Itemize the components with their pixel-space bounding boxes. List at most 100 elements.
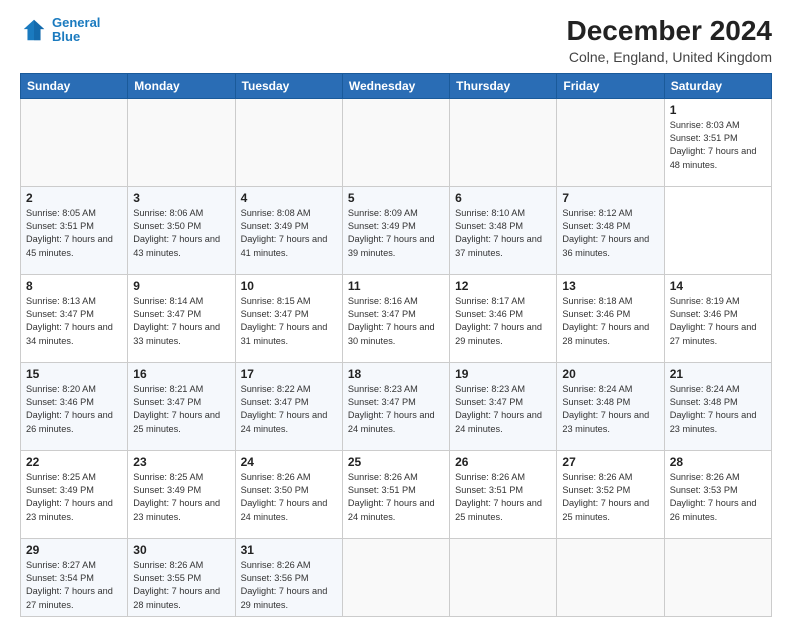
day-info: Sunrise: 8:18 AMSunset: 3:46 PMDaylight:… (562, 296, 649, 346)
day-info: Sunrise: 8:09 AMSunset: 3:49 PMDaylight:… (348, 208, 435, 258)
table-row: 12Sunrise: 8:17 AMSunset: 3:46 PMDayligh… (450, 274, 557, 362)
col-header-saturday: Saturday (664, 73, 771, 98)
day-info: Sunrise: 8:13 AMSunset: 3:47 PMDaylight:… (26, 296, 113, 346)
day-info: Sunrise: 8:20 AMSunset: 3:46 PMDaylight:… (26, 384, 113, 434)
table-row: 10Sunrise: 8:15 AMSunset: 3:47 PMDayligh… (235, 274, 342, 362)
col-header-tuesday: Tuesday (235, 73, 342, 98)
day-info: Sunrise: 8:03 AMSunset: 3:51 PMDaylight:… (670, 120, 757, 170)
day-info: Sunrise: 8:23 AMSunset: 3:47 PMDaylight:… (348, 384, 435, 434)
table-row: 23 Sunrise: 8:25 AMSunset: 3:49 PMDayligh… (128, 450, 235, 538)
day-info: Sunrise: 8:26 AMSunset: 3:51 PMDaylight:… (455, 472, 542, 522)
day-number: 27 (562, 455, 658, 469)
table-row: 17 Sunrise: 8:22 AMSunset: 3:47 PMDayligh… (235, 362, 342, 450)
table-row: 15 Sunrise: 8:20 AMSunset: 3:46 PMDayligh… (21, 362, 128, 450)
table-row: 21 Sunrise: 8:24 AMSunset: 3:48 PMDayligh… (664, 362, 771, 450)
day-number: 26 (455, 455, 551, 469)
table-row: 1 Sunrise: 8:03 AMSunset: 3:51 PMDaylight… (664, 98, 771, 186)
page: General Blue December 2024 Colne, Englan… (0, 0, 792, 612)
logo: General Blue (20, 16, 100, 45)
day-number: 19 (455, 367, 551, 381)
table-row: 18 Sunrise: 8:23 AMSunset: 3:47 PMDayligh… (342, 362, 449, 450)
day-info: Sunrise: 8:22 AMSunset: 3:47 PMDaylight:… (241, 384, 328, 434)
table-row: 29 Sunrise: 8:27 AMSunset: 3:54 PMDayligh… (21, 538, 128, 616)
calendar-table: SundayMondayTuesdayWednesdayThursdayFrid… (20, 73, 772, 617)
table-row: 8Sunrise: 8:13 AMSunset: 3:47 PMDaylight… (21, 274, 128, 362)
main-title: December 2024 (567, 16, 772, 47)
logo-text: General Blue (52, 16, 100, 45)
table-row: 7Sunrise: 8:12 AMSunset: 3:48 PMDaylight… (557, 186, 664, 274)
day-number: 29 (26, 543, 122, 557)
day-number: 3 (133, 191, 229, 205)
table-row (557, 98, 664, 186)
table-row: 20Sunrise: 8:24 AMSunset: 3:48 PMDayligh… (557, 362, 664, 450)
day-info: Sunrise: 8:25 AMSunset: 3:49 PMDaylight:… (133, 472, 220, 522)
table-row: 22Sunrise: 8:25 AMSunset: 3:49 PMDayligh… (21, 450, 128, 538)
day-number: 9 (133, 279, 229, 293)
day-number: 11 (348, 279, 444, 293)
table-row: 24 Sunrise: 8:26 AMSunset: 3:50 PMDayligh… (235, 450, 342, 538)
day-number: 23 (133, 455, 229, 469)
day-info: Sunrise: 8:10 AMSunset: 3:48 PMDaylight:… (455, 208, 542, 258)
table-row: 4 Sunrise: 8:08 AMSunset: 3:49 PMDaylight… (235, 186, 342, 274)
table-row (450, 98, 557, 186)
day-info: Sunrise: 8:23 AMSunset: 3:47 PMDaylight:… (455, 384, 542, 434)
day-info: Sunrise: 8:14 AMSunset: 3:47 PMDaylight:… (133, 296, 220, 346)
day-info: Sunrise: 8:08 AMSunset: 3:49 PMDaylight:… (241, 208, 328, 258)
table-row: 3 Sunrise: 8:06 AMSunset: 3:50 PMDaylight… (128, 186, 235, 274)
table-row: 27Sunrise: 8:26 AMSunset: 3:52 PMDayligh… (557, 450, 664, 538)
day-info: Sunrise: 8:19 AMSunset: 3:46 PMDaylight:… (670, 296, 757, 346)
day-info: Sunrise: 8:06 AMSunset: 3:50 PMDaylight:… (133, 208, 220, 258)
day-number: 16 (133, 367, 229, 381)
col-header-thursday: Thursday (450, 73, 557, 98)
table-row (235, 98, 342, 186)
table-row: 25 Sunrise: 8:26 AMSunset: 3:51 PMDayligh… (342, 450, 449, 538)
table-row: 2 Sunrise: 8:05 AMSunset: 3:51 PMDaylight… (21, 186, 128, 274)
col-header-wednesday: Wednesday (342, 73, 449, 98)
table-row: 16 Sunrise: 8:21 AMSunset: 3:47 PMDayligh… (128, 362, 235, 450)
table-row (128, 98, 235, 186)
day-number: 10 (241, 279, 337, 293)
day-info: Sunrise: 8:26 AMSunset: 3:53 PMDaylight:… (670, 472, 757, 522)
day-info: Sunrise: 8:26 AMSunset: 3:56 PMDaylight:… (241, 560, 328, 610)
day-number: 1 (670, 103, 766, 117)
day-number: 31 (241, 543, 337, 557)
day-info: Sunrise: 8:05 AMSunset: 3:51 PMDaylight:… (26, 208, 113, 258)
table-row: 31 Sunrise: 8:26 AMSunset: 3:56 PMDayligh… (235, 538, 342, 616)
day-number: 2 (26, 191, 122, 205)
table-row: 11Sunrise: 8:16 AMSunset: 3:47 PMDayligh… (342, 274, 449, 362)
day-number: 17 (241, 367, 337, 381)
table-row: 6 Sunrise: 8:10 AMSunset: 3:48 PMDaylight… (450, 186, 557, 274)
day-info: Sunrise: 8:17 AMSunset: 3:46 PMDaylight:… (455, 296, 542, 346)
table-row: 30 Sunrise: 8:26 AMSunset: 3:55 PMDayligh… (128, 538, 235, 616)
day-number: 5 (348, 191, 444, 205)
table-row (21, 98, 128, 186)
table-row: 28Sunrise: 8:26 AMSunset: 3:53 PMDayligh… (664, 450, 771, 538)
table-row (557, 538, 664, 616)
day-info: Sunrise: 8:12 AMSunset: 3:48 PMDaylight:… (562, 208, 649, 258)
header: General Blue December 2024 Colne, Englan… (20, 16, 772, 65)
day-info: Sunrise: 8:24 AMSunset: 3:48 PMDaylight:… (670, 384, 757, 434)
day-number: 25 (348, 455, 444, 469)
day-number: 18 (348, 367, 444, 381)
day-number: 24 (241, 455, 337, 469)
table-row: 14Sunrise: 8:19 AMSunset: 3:46 PMDayligh… (664, 274, 771, 362)
day-info: Sunrise: 8:26 AMSunset: 3:50 PMDaylight:… (241, 472, 328, 522)
table-row: 5 Sunrise: 8:09 AMSunset: 3:49 PMDaylight… (342, 186, 449, 274)
day-info: Sunrise: 8:27 AMSunset: 3:54 PMDaylight:… (26, 560, 113, 610)
col-header-sunday: Sunday (21, 73, 128, 98)
day-number: 13 (562, 279, 658, 293)
day-info: Sunrise: 8:21 AMSunset: 3:47 PMDaylight:… (133, 384, 220, 434)
day-number: 15 (26, 367, 122, 381)
day-number: 6 (455, 191, 551, 205)
col-header-monday: Monday (128, 73, 235, 98)
day-number: 4 (241, 191, 337, 205)
table-row (342, 538, 449, 616)
table-row (664, 538, 771, 616)
day-info: Sunrise: 8:26 AMSunset: 3:51 PMDaylight:… (348, 472, 435, 522)
day-number: 30 (133, 543, 229, 557)
day-number: 20 (562, 367, 658, 381)
day-number: 21 (670, 367, 766, 381)
day-info: Sunrise: 8:26 AMSunset: 3:55 PMDaylight:… (133, 560, 220, 610)
logo-icon (20, 16, 48, 44)
title-block: December 2024 Colne, England, United Kin… (567, 16, 772, 65)
